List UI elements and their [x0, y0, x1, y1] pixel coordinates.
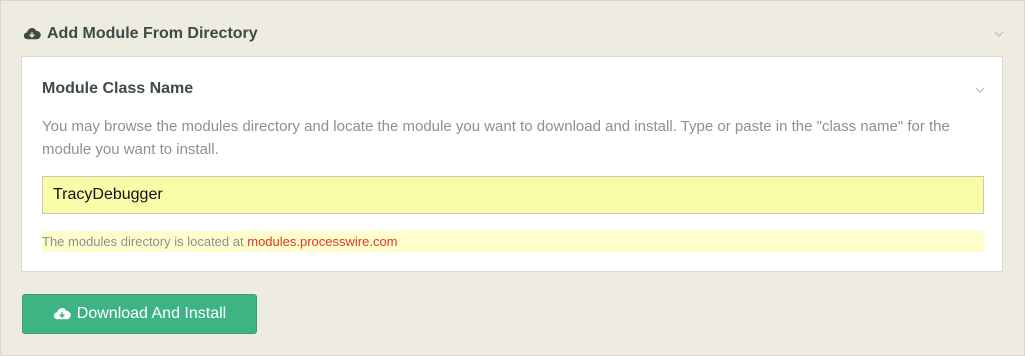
download-install-label: Download And Install — [76, 305, 227, 322]
module-directory-section: Add Module From Directory Module Class N… — [0, 0, 1025, 356]
chevron-down-icon[interactable] — [975, 85, 985, 95]
panel-title: Module Class Name — [42, 80, 194, 97]
panel-description: You may browse the modules directory and… — [42, 118, 950, 158]
cloud-download-icon — [53, 308, 71, 320]
modules-directory-link[interactable]: modules.processwire.com — [247, 234, 397, 249]
cloud-download-icon — [23, 28, 41, 40]
section-header[interactable]: Add Module From Directory — [23, 23, 258, 45]
module-class-name-input[interactable] — [42, 176, 984, 214]
section-title: Add Module From Directory — [47, 25, 258, 42]
download-install-button[interactable]: Download And Install — [22, 294, 257, 334]
directory-note: The modules directory is located at modu… — [42, 231, 984, 252]
module-class-panel: Module Class Name You may browse the mod… — [21, 56, 1003, 272]
chevron-down-icon[interactable] — [994, 29, 1004, 39]
note-text: The modules directory is located at — [42, 234, 244, 249]
